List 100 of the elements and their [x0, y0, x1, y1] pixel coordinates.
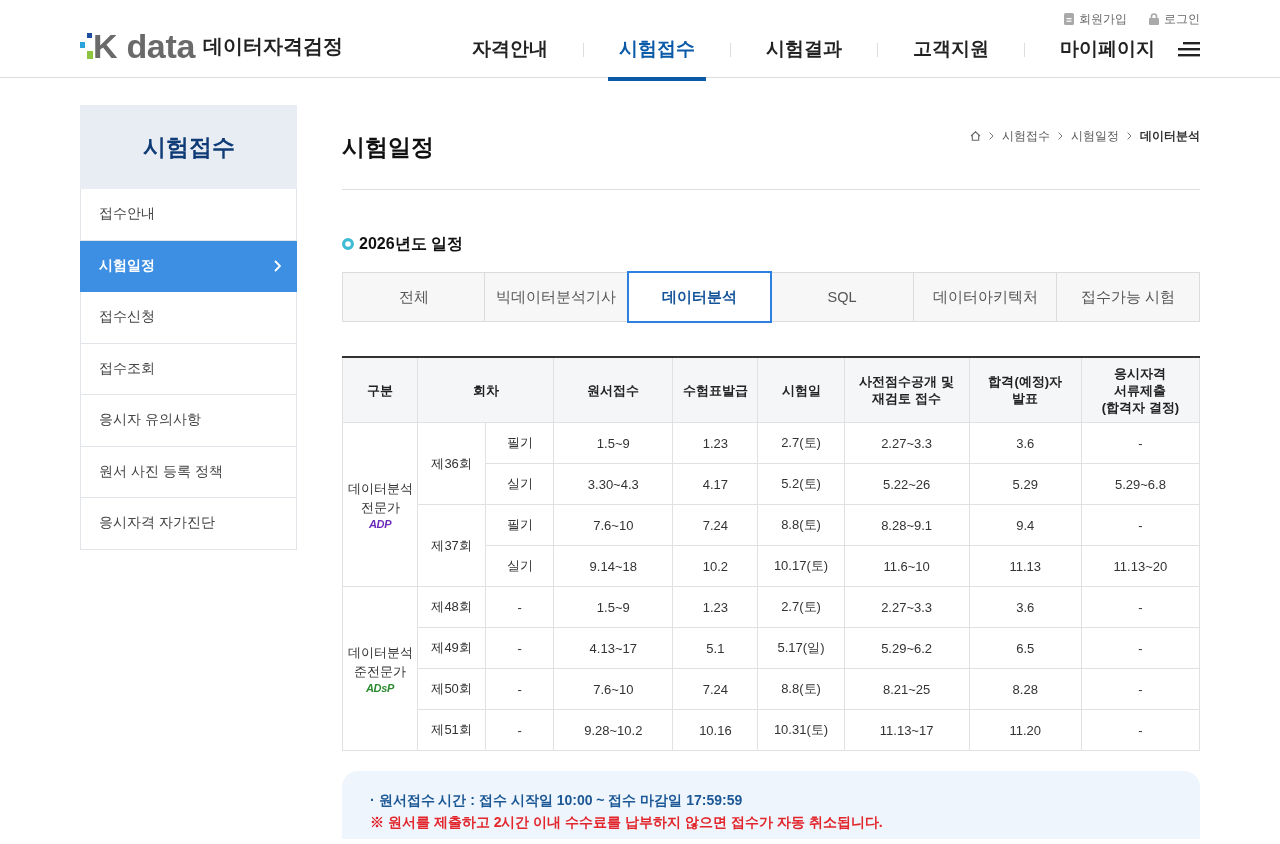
sidebar-title: 시험접수: [142, 132, 235, 162]
table-cell: -: [1081, 422, 1200, 464]
column-header: 회차: [417, 357, 554, 423]
table-cell: 제50회: [417, 668, 486, 710]
tab[interactable]: 전체: [342, 272, 485, 322]
table-cell: -: [485, 586, 554, 628]
column-header: 수험표발급: [672, 357, 758, 423]
document-icon: [1064, 13, 1074, 25]
sidebar-item[interactable]: 접수조회: [80, 343, 297, 395]
nav-item[interactable]: 시험결과: [755, 26, 853, 81]
table-cell: 5.29: [969, 463, 1082, 505]
tab[interactable]: 빅데이터분석기사: [485, 272, 628, 322]
table-cell: 제51회: [417, 709, 486, 751]
table-cell: 4.17: [672, 463, 758, 505]
table-cell: 필기: [485, 504, 554, 546]
sidebar-item[interactable]: 접수안내: [80, 189, 297, 241]
table-cell: 5.1: [672, 627, 758, 669]
column-header: 응시자격 서류제출 (합격자 결정): [1081, 357, 1200, 423]
table-cell: 8.8(토): [757, 668, 845, 710]
table-cell: 제37회: [417, 504, 486, 587]
notice-text: · 원서접수 시간 : 접수 시작일 10:00 ~ 접수 마감일 17:59:59: [370, 791, 744, 810]
table-cell: 3.6: [969, 586, 1082, 628]
column-header: 구분: [342, 357, 418, 423]
menu-icon[interactable]: [1178, 42, 1200, 57]
logo-title: 데이터자격검정: [203, 33, 344, 59]
table-cell: -: [1081, 668, 1200, 710]
table-cell: 9.4: [969, 504, 1082, 546]
table-cell: -: [1081, 709, 1200, 751]
table-cell: 10.17(토): [757, 545, 845, 587]
table-cell: 8.28: [969, 668, 1082, 710]
top-link[interactable]: 로그인: [1149, 11, 1200, 27]
chevron-right-icon: [1058, 132, 1063, 140]
breadcrumb-link[interactable]: 데이터분석: [1140, 128, 1200, 144]
table-cell: 제36회: [417, 422, 486, 505]
table-cell: -: [485, 709, 554, 751]
logo-mark-icon: [80, 33, 93, 59]
sidebar-item[interactable]: 접수신청: [80, 292, 297, 344]
column-header: 사전점수공개 및 재검토 접수: [844, 357, 970, 423]
table-cell: 제49회: [417, 627, 486, 669]
top-link[interactable]: 회원가입: [1064, 11, 1127, 27]
table-cell: 8.8(토): [757, 504, 845, 546]
table-cell: 7.6~10: [553, 504, 673, 546]
breadcrumb-link[interactable]: 시험접수: [1002, 128, 1050, 144]
lock-icon: [1149, 13, 1159, 25]
table-cell: 2.7(토): [757, 422, 845, 464]
table-cell: 필기: [485, 422, 554, 464]
table-cell: 4.13~17: [553, 627, 673, 669]
column-header: 합격(예정)자 발표: [969, 357, 1082, 423]
table-cell: 3.30~4.3: [553, 463, 673, 505]
tab[interactable]: 데이터아키텍처: [914, 272, 1057, 322]
chevron-right-icon: [1127, 132, 1132, 140]
breadcrumb-link[interactable]: 시험일정: [1071, 128, 1119, 144]
table-cell: 7.6~10: [553, 668, 673, 710]
logo-wordmark: K data: [93, 31, 196, 61]
sidebar-item[interactable]: 응시자 유의사항: [80, 395, 297, 447]
table-cell: 5.22~26: [844, 463, 970, 505]
nav-item[interactable]: 마이페이지: [1049, 26, 1166, 81]
table-cell: 7.24: [672, 668, 758, 710]
tab[interactable]: 접수가능 시험: [1057, 272, 1200, 322]
table-cell: 실기: [485, 545, 554, 587]
table-cell: 10.16: [672, 709, 758, 751]
chevron-right-icon: [274, 259, 281, 272]
table-cell: 11.20: [969, 709, 1082, 751]
table-cell: 11.13: [969, 545, 1082, 587]
table-cell: 2.27~3.3: [844, 586, 970, 628]
table-cell: -: [1081, 627, 1200, 669]
table-cell: 11.6~10: [844, 545, 970, 587]
home-icon[interactable]: [970, 131, 981, 141]
notice-text: ※ 원서를 제출하고 2시간 이내 수수료를 납부하지 않으면 접수가 자동 취소됩니다.: [370, 813, 884, 832]
table-cell: 8.21~25: [844, 668, 970, 710]
tab[interactable]: 데이터분석: [628, 272, 771, 322]
table-cell: 6.5: [969, 627, 1082, 669]
table-cell: 10.2: [672, 545, 758, 587]
table-cell: 1.5~9: [553, 422, 673, 464]
nav-item[interactable]: 자격안내: [461, 26, 559, 81]
chevron-right-icon: [989, 132, 994, 140]
ring-bullet-icon: [342, 238, 354, 250]
column-header: 원서접수: [553, 357, 673, 423]
table-cell: -: [1081, 586, 1200, 628]
table-cell: 2.27~3.3: [844, 422, 970, 464]
table-cell: 11.13~20: [1081, 545, 1200, 587]
table-cell: 8.28~9.1: [844, 504, 970, 546]
table-cell: 3.6: [969, 422, 1082, 464]
exam-category-label: 데이터분석 전문가: [347, 479, 414, 517]
tab[interactable]: SQL: [771, 272, 914, 322]
table-cell: 7.24: [672, 504, 758, 546]
table-cell: -: [1081, 504, 1200, 546]
nav-item[interactable]: 시험접수: [608, 26, 706, 81]
table-cell: 5.2(토): [757, 463, 845, 505]
sidebar-item[interactable]: 응시자격 자가진단: [80, 498, 297, 550]
table-cell: 5.29~6.8: [1081, 463, 1200, 505]
nav-item[interactable]: 고객지원: [902, 26, 1000, 81]
certification-logo: ADsP: [364, 681, 396, 695]
table-cell: 제48회: [417, 586, 486, 628]
table-cell: 실기: [485, 463, 554, 505]
sidebar-item[interactable]: 원서 사진 등록 정책: [80, 446, 297, 498]
table-cell: 1.23: [672, 586, 758, 628]
column-header: 시험일: [757, 357, 845, 423]
table-cell: 11.13~17: [844, 709, 970, 751]
exam-category-label: 데이터분석 준전문가: [347, 643, 414, 681]
